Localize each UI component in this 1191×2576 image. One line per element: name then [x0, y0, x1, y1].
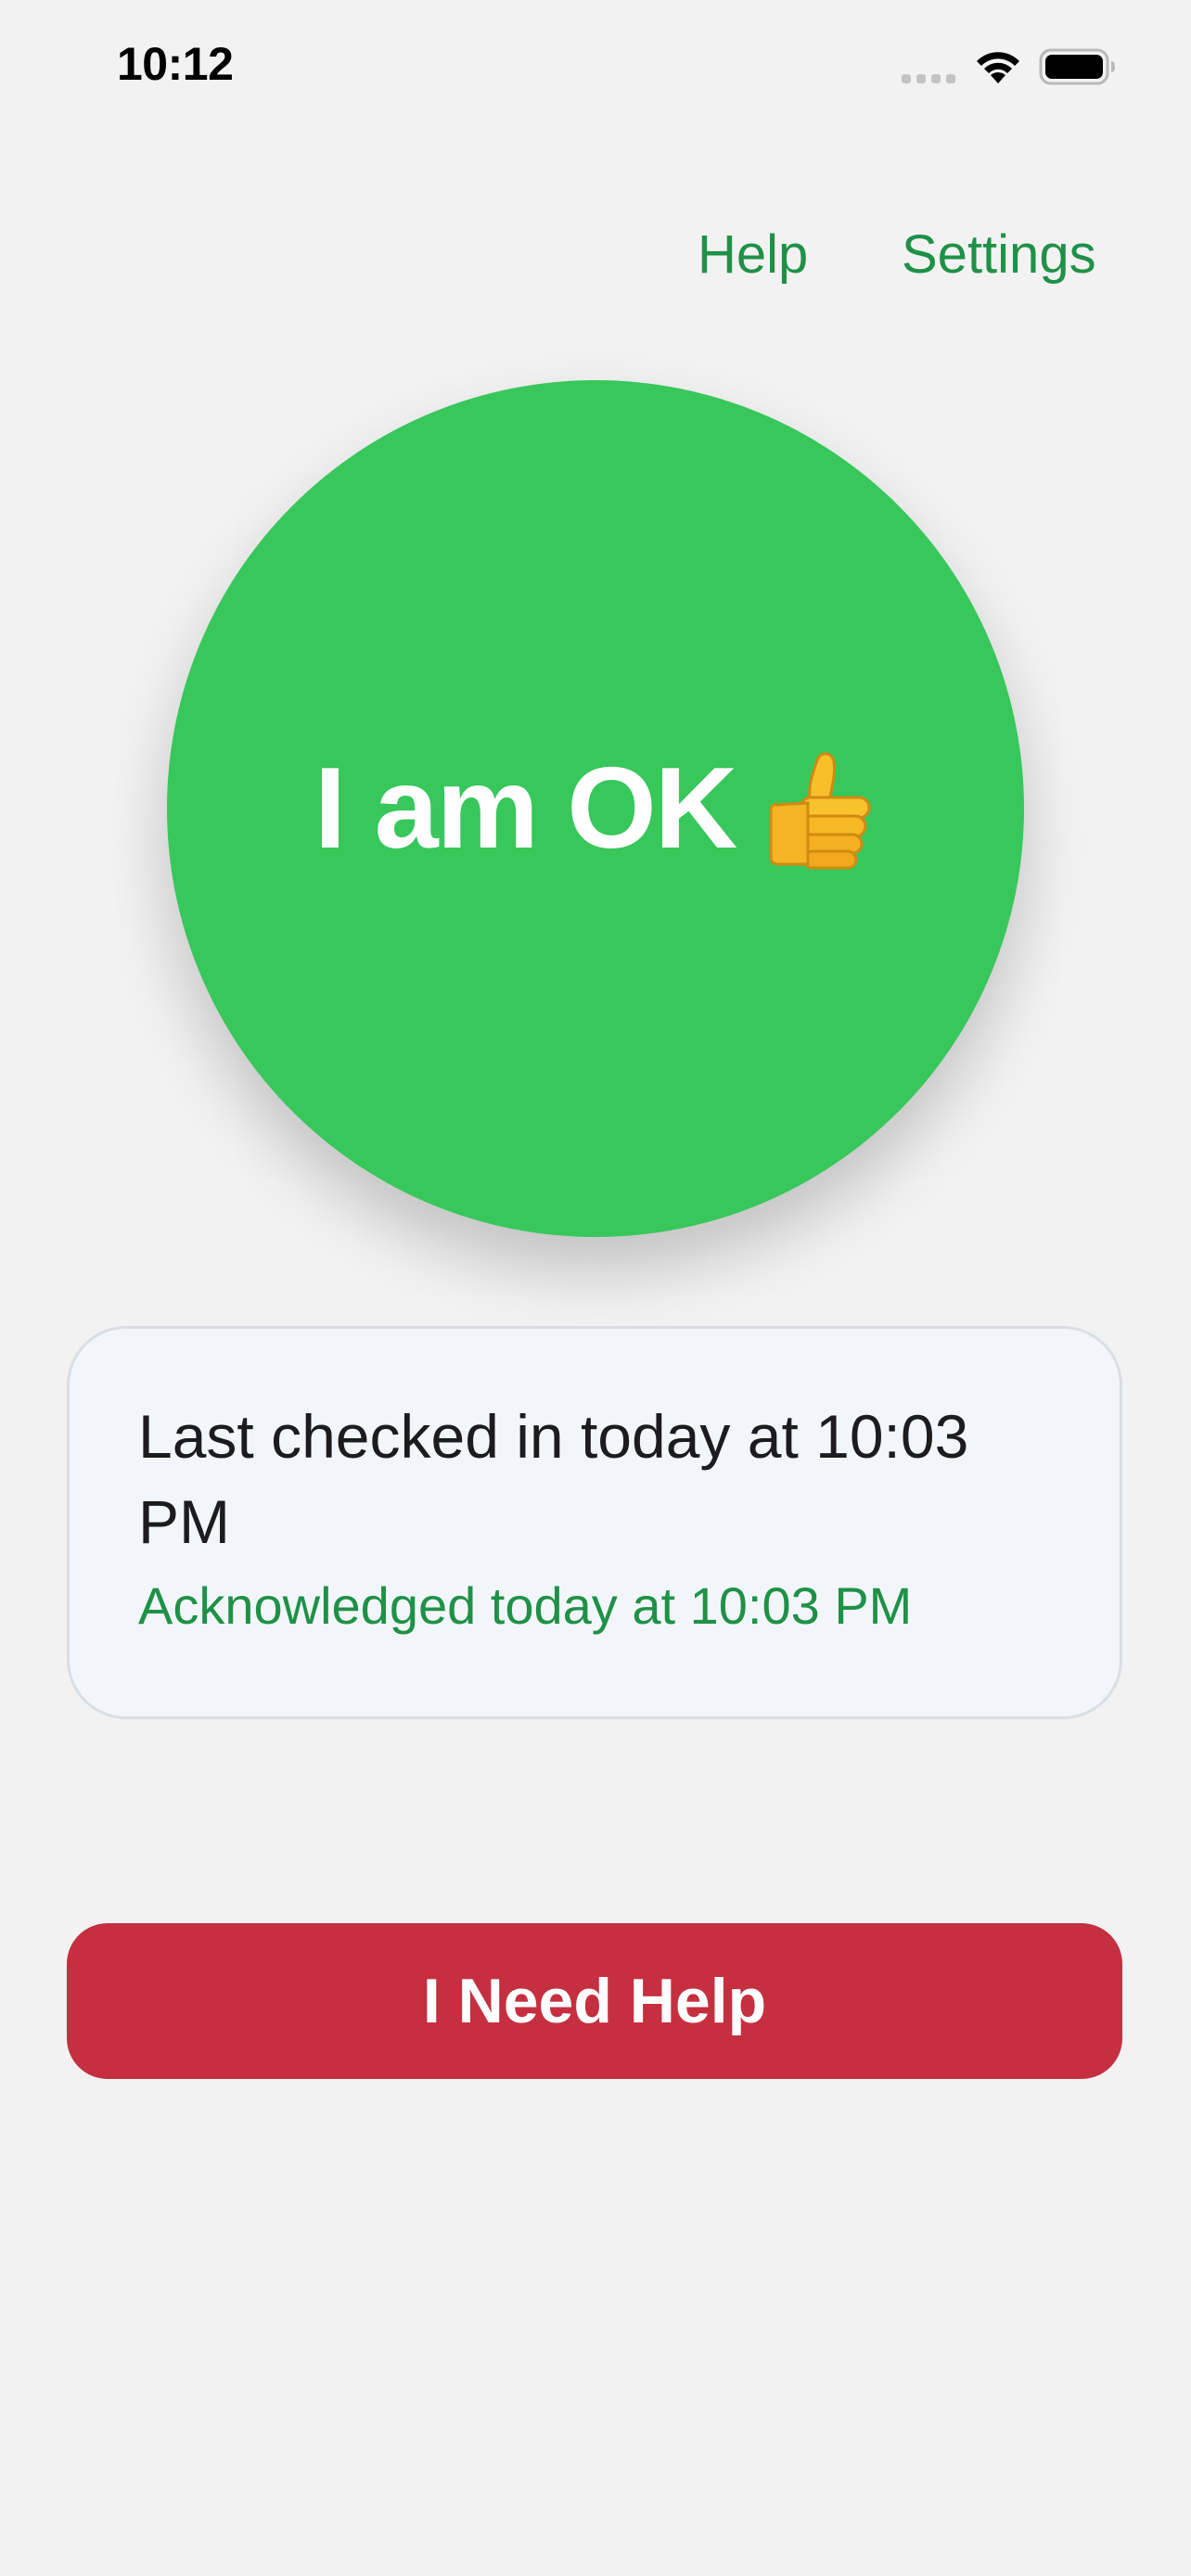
battery-icon [1039, 48, 1115, 85]
settings-link[interactable]: Settings [902, 223, 1096, 287]
status-time: 10:12 [117, 38, 234, 90]
wifi-icon [977, 52, 1019, 83]
acknowledged-text: Acknowledged today at 10:03 PM [138, 1576, 913, 1635]
ok-button-content: I am OK [314, 743, 877, 874]
check-in-status-card: Last checked in today at 10:03 PM Acknow… [67, 1326, 1122, 1719]
last-checked-text: Last checked in today at 10:03 PM [138, 1402, 969, 1556]
status-bar: 10:12 [0, 0, 1191, 139]
help-link[interactable]: Help [698, 223, 808, 287]
need-help-label: I Need Help [422, 1966, 767, 2036]
signal-icon [902, 74, 957, 83]
i-need-help-button[interactable]: I Need Help [67, 1923, 1122, 2079]
i-am-ok-button[interactable]: I am OK [167, 380, 1024, 1237]
ok-button-label: I am OK [314, 745, 738, 873]
thumbs-up-icon [769, 752, 871, 870]
